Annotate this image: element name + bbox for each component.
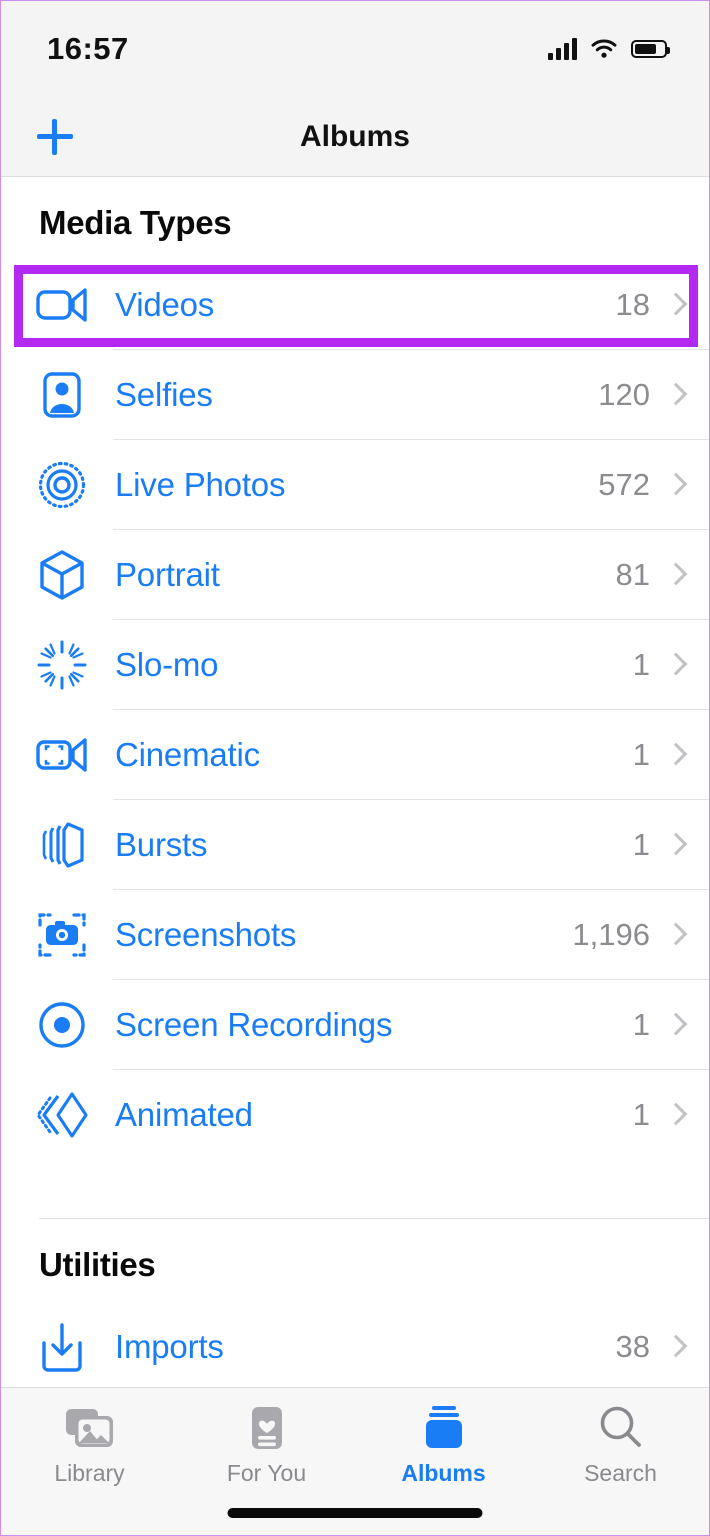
list-item-label: Videos: [115, 286, 215, 323]
add-album-plus-icon[interactable]: [31, 113, 79, 161]
list-item-count: 1: [632, 827, 650, 862]
cube-icon: [31, 544, 93, 606]
tab-search[interactable]: Search: [532, 1388, 709, 1535]
tab-label: Albums: [401, 1460, 486, 1486]
list-item-label: Bursts: [115, 826, 208, 863]
chevron-right-icon: [668, 654, 681, 676]
status-bar-clock: 16:57: [47, 31, 129, 66]
list-item-slo-mo[interactable]: Slo-mo 1: [1, 620, 709, 710]
list-item-screen-recordings[interactable]: Screen Recordings 1: [1, 980, 709, 1070]
list-item-cinematic[interactable]: Cinematic 1: [1, 710, 709, 800]
list-item-count: 1: [632, 737, 650, 772]
page-title: Albums: [299, 119, 410, 153]
burst-stack-icon: [31, 814, 93, 876]
list-item-count: 38: [615, 1329, 650, 1364]
chevron-right-icon: [668, 834, 681, 856]
list-item-count: 18: [615, 287, 650, 322]
list-item-label: Selfies: [115, 376, 213, 413]
status-bar: 16:57: [1, 1, 709, 97]
iphone-photos-albums-screen: 16:57 Albums Media Types Videos 18 Selfi…: [0, 0, 710, 1536]
tab-label: Library: [54, 1460, 125, 1486]
list-item-label: Animated: [115, 1096, 253, 1133]
list-item-count: 572: [598, 467, 650, 502]
list-item-label: Cinematic: [115, 736, 260, 773]
list-item-count: 1: [632, 1007, 650, 1042]
cinematic-video-icon: [31, 724, 93, 786]
list-item-bursts[interactable]: Bursts 1: [1, 800, 709, 890]
list-item-label: Imports: [115, 1328, 224, 1365]
albums-stack-icon: [419, 1402, 469, 1454]
status-bar-icons: [548, 38, 670, 60]
import-tray-icon: [31, 1316, 93, 1378]
section-header-media-types: Media Types: [39, 204, 232, 241]
chevron-right-icon: [668, 294, 681, 316]
navigation-bar: Albums: [1, 97, 709, 177]
slow-motion-icon: [31, 634, 93, 696]
list-item-label: Portrait: [115, 556, 220, 593]
record-circle-icon: [31, 994, 93, 1056]
list-item-count: 1: [632, 647, 650, 682]
chevron-right-icon: [668, 924, 681, 946]
photo-stack-icon: [63, 1402, 117, 1454]
list-item-animated[interactable]: Animated 1: [1, 1070, 709, 1160]
list-item-count: 1,196: [572, 917, 650, 952]
chevron-right-icon: [668, 1104, 681, 1126]
animated-diamond-icon: [31, 1084, 93, 1146]
chevron-right-icon: [668, 744, 681, 766]
list-item-label: Live Photos: [115, 466, 286, 503]
list-item-imports[interactable]: Imports 38: [1, 1302, 709, 1387]
tab-library[interactable]: Library: [1, 1388, 178, 1535]
chevron-right-icon: [668, 474, 681, 496]
list-item-count: 81: [615, 557, 650, 592]
chevron-right-icon: [668, 1336, 681, 1358]
list-item-label: Slo-mo: [115, 646, 219, 683]
chevron-right-icon: [668, 564, 681, 586]
tab-label: Search: [584, 1460, 657, 1486]
list-item-screenshots[interactable]: Screenshots 1,196: [1, 890, 709, 980]
list-item-count: 120: [598, 377, 650, 412]
albums-list[interactable]: Media Types Videos 18 Selfies 120 Live P…: [1, 177, 709, 1387]
battery-icon: [631, 40, 670, 58]
chevron-right-icon: [668, 1014, 681, 1036]
section-gap: [1, 1160, 709, 1218]
list-item-live-photos[interactable]: Live Photos 572: [1, 440, 709, 530]
list-item-selfies[interactable]: Selfies 120: [1, 350, 709, 440]
screenshot-camera-icon: [31, 904, 93, 966]
home-indicator: [227, 1508, 483, 1518]
chevron-right-icon: [668, 384, 681, 406]
magnifier-icon: [596, 1402, 646, 1454]
wifi-icon: [591, 39, 617, 58]
list-item-label: Screen Recordings: [115, 1006, 393, 1043]
list-item-videos[interactable]: Videos 18: [1, 260, 709, 350]
tab-label: For You: [226, 1460, 307, 1486]
section-header-utilities: Utilities: [39, 1246, 156, 1283]
live-photo-icon: [31, 454, 93, 516]
heart-card-icon: [245, 1402, 289, 1454]
person-portrait-icon: [31, 364, 93, 426]
video-camera-icon: [31, 274, 93, 336]
list-item-portrait[interactable]: Portrait 81: [1, 530, 709, 620]
tab-bar: Library For You Albums Search: [1, 1387, 709, 1535]
cellular-signal-icon: [548, 38, 577, 60]
list-item-label: Screenshots: [115, 916, 297, 953]
list-item-count: 1: [632, 1097, 650, 1132]
